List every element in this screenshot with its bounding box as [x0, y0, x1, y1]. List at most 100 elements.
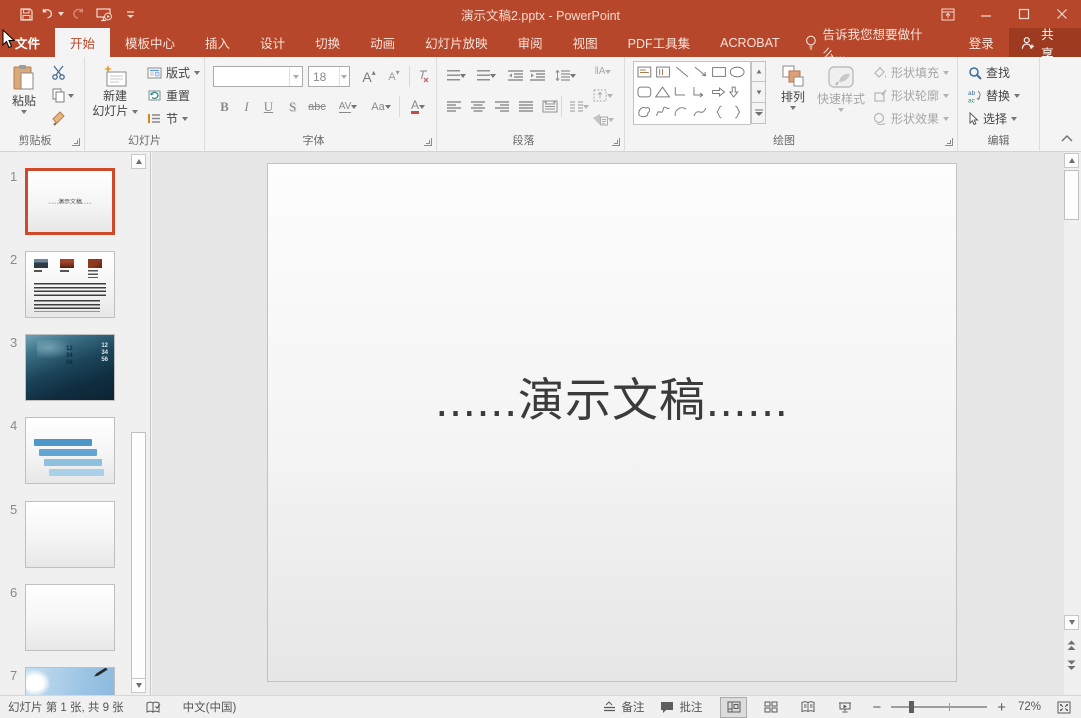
shapes-more-button[interactable]: [751, 103, 766, 124]
clear-formatting-icon[interactable]: [413, 66, 434, 87]
drawing-dialog-launcher[interactable]: [945, 138, 953, 146]
tab-design[interactable]: 设计: [245, 28, 300, 57]
character-spacing-icon[interactable]: AV: [332, 96, 364, 117]
slide-sorter-view-button[interactable]: [757, 697, 784, 718]
replace-button[interactable]: abac 替换: [968, 85, 1020, 106]
thumbnail-scroll-thumb[interactable]: [131, 432, 146, 682]
slide-show-button[interactable]: [831, 697, 858, 718]
increase-indent-icon[interactable]: [527, 65, 548, 86]
zoom-out-button[interactable]: −: [868, 699, 885, 716]
justify-icon[interactable]: [515, 96, 536, 117]
tab-home[interactable]: 开始: [55, 28, 110, 57]
tab-template-center[interactable]: 模板中心: [110, 28, 190, 57]
minimize-icon[interactable]: [967, 0, 1005, 28]
copy-icon[interactable]: [48, 85, 78, 106]
tab-slide-show[interactable]: 幻灯片放映: [410, 28, 503, 57]
font-size-input[interactable]: [309, 67, 339, 86]
distribute-text-icon[interactable]: [539, 96, 560, 117]
font-dialog-launcher[interactable]: [424, 138, 432, 146]
slide-counter[interactable]: 幻灯片 第 1 张, 共 9 张: [0, 696, 132, 718]
tab-review[interactable]: 审阅: [503, 28, 558, 57]
editor-scroll-thumb[interactable]: [1064, 170, 1079, 220]
zoom-slider-handle[interactable]: [909, 701, 914, 713]
paste-button[interactable]: 粘贴: [4, 60, 44, 132]
editor-scroll-up[interactable]: [1064, 153, 1079, 168]
tab-transitions[interactable]: 切换: [300, 28, 355, 57]
increase-font-size-icon[interactable]: A▴: [357, 66, 381, 87]
thumbnail-scrollbar[interactable]: [131, 152, 148, 695]
shapes-gallery[interactable]: [633, 61, 751, 125]
tab-insert[interactable]: 插入: [190, 28, 245, 57]
text-direction-icon[interactable]: ‖A: [587, 61, 619, 82]
font-name-combo[interactable]: [213, 66, 303, 87]
undo-icon[interactable]: [40, 3, 64, 25]
editor-scroll-down[interactable]: [1064, 615, 1079, 630]
tab-animations[interactable]: 动画: [355, 28, 410, 57]
select-button[interactable]: 选择: [968, 108, 1017, 129]
strikethrough-icon[interactable]: abc: [304, 96, 330, 117]
normal-view-button[interactable]: [720, 697, 747, 718]
notes-button[interactable]: 备注: [595, 696, 652, 718]
slide-title-text[interactable]: ......演示文稿......: [268, 364, 956, 430]
slide-3-preview[interactable]: 12 34 56 12 34 56: [25, 334, 115, 401]
shapes-row-2[interactable]: [634, 82, 750, 102]
line-spacing-icon[interactable]: [551, 65, 579, 86]
tab-file[interactable]: 文件: [0, 28, 55, 57]
comments-button[interactable]: 批注: [652, 696, 710, 718]
slide-2-preview[interactable]: [25, 251, 115, 318]
text-shadow-icon[interactable]: S: [282, 96, 303, 117]
shapes-row-1[interactable]: [634, 62, 750, 82]
thumbnail-scroll-up[interactable]: [131, 154, 146, 169]
find-button[interactable]: 查找: [968, 62, 1010, 83]
section-button[interactable]: 节: [147, 108, 188, 129]
slide-4-preview[interactable]: [25, 417, 115, 484]
tab-view[interactable]: 视图: [558, 28, 613, 57]
reset-button[interactable]: 重置: [147, 85, 190, 106]
new-slide-button[interactable]: 新建 幻灯片: [91, 60, 139, 132]
spell-check-icon[interactable]: [132, 696, 175, 718]
tab-acrobat[interactable]: ACROBAT: [705, 28, 795, 57]
tell-me-box[interactable]: 告诉我您想要做什么...: [795, 28, 954, 57]
font-name-input[interactable]: [214, 67, 289, 86]
tab-pdf-tools[interactable]: PDF工具集: [613, 28, 706, 57]
decrease-font-size-icon[interactable]: A▾: [383, 66, 405, 87]
customize-qat-icon[interactable]: [118, 3, 142, 25]
slide-1-preview[interactable]: ......演示文稿......: [25, 168, 115, 235]
slide-canvas[interactable]: ......演示文稿......: [267, 163, 957, 682]
share-button[interactable]: 共享: [1009, 28, 1081, 57]
slide-6-preview[interactable]: [25, 584, 115, 651]
editor-scrollbar[interactable]: [1064, 152, 1081, 695]
reading-view-button[interactable]: [794, 697, 821, 718]
slide-7-preview[interactable]: [25, 667, 115, 695]
decrease-indent-icon[interactable]: [505, 65, 526, 86]
columns-icon[interactable]: [565, 96, 593, 117]
fit-slide-to-window-button[interactable]: [1049, 696, 1081, 718]
bold-icon[interactable]: B: [214, 96, 235, 117]
thumbnail-scroll-down[interactable]: [131, 678, 146, 693]
change-case-icon[interactable]: Aa: [366, 96, 396, 117]
font-size-dropdown[interactable]: [339, 67, 349, 86]
underline-icon[interactable]: U: [258, 96, 279, 117]
previous-slide-button[interactable]: [1064, 638, 1079, 653]
zoom-in-button[interactable]: +: [993, 699, 1010, 716]
align-right-icon[interactable]: [491, 96, 512, 117]
paragraph-dialog-launcher[interactable]: [612, 138, 620, 146]
collapse-ribbon-icon[interactable]: [1061, 131, 1073, 145]
italic-icon[interactable]: I: [236, 96, 257, 117]
font-name-dropdown[interactable]: [289, 67, 302, 86]
bullets-icon[interactable]: [443, 65, 469, 86]
zoom-slider[interactable]: [891, 706, 987, 708]
font-color-icon[interactable]: A: [404, 96, 432, 117]
clipboard-dialog-launcher[interactable]: [72, 138, 80, 146]
save-icon[interactable]: [14, 3, 38, 25]
layout-button[interactable]: 版式: [147, 62, 200, 83]
shapes-row-3[interactable]: [634, 102, 750, 122]
align-left-icon[interactable]: [443, 96, 464, 117]
zoom-level[interactable]: 72%: [1010, 701, 1049, 713]
numbering-icon[interactable]: [473, 65, 499, 86]
format-painter-icon[interactable]: [48, 108, 69, 129]
font-size-combo[interactable]: [308, 66, 350, 87]
slide-5-preview[interactable]: [25, 501, 115, 568]
align-center-icon[interactable]: [467, 96, 488, 117]
maximize-icon[interactable]: [1005, 0, 1043, 28]
